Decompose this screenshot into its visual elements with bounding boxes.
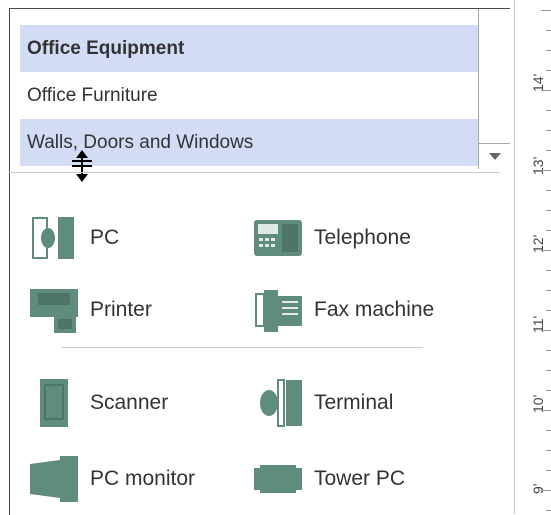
ruler-tick (546, 270, 551, 271)
ruler-edge (514, 0, 515, 514)
shape-terminal[interactable]: Terminal (252, 377, 393, 429)
ruler-tick (546, 130, 551, 131)
ruler-tick (546, 450, 551, 451)
shape-fax-machine[interactable]: Fax machine (252, 284, 434, 336)
tower-pc-icon (252, 455, 304, 503)
shape-label: Tower PC (314, 467, 406, 490)
pc-monitor-icon (28, 455, 80, 503)
shape-label: Printer (90, 298, 152, 321)
fax-machine-icon (252, 286, 304, 334)
ruler-tick (546, 230, 551, 231)
shape-label: PC (90, 226, 120, 249)
pc-icon (28, 214, 80, 262)
ruler-tick (541, 250, 551, 251)
ruler-tick (546, 470, 551, 471)
ruler-tick (546, 390, 551, 391)
ruler-tick (541, 330, 551, 331)
ruler-label: 13' (530, 156, 546, 175)
shape-pc-monitor[interactable]: PC monitor (28, 453, 195, 505)
ruler-tick (546, 70, 551, 71)
ruler-tick (541, 490, 551, 491)
ruler-tick (546, 370, 551, 371)
chevron-down-icon (488, 153, 501, 160)
telephone-icon (252, 214, 304, 262)
ruler-tick (546, 350, 551, 351)
ruler-tick (541, 410, 551, 411)
shape-label: PC monitor (90, 467, 196, 490)
shape-label: Scanner (90, 391, 169, 414)
ruler-tick (546, 310, 551, 311)
scroll-down-button[interactable] (479, 143, 510, 169)
shape-scanner[interactable]: Scanner (28, 377, 168, 429)
shape-printer[interactable]: Printer (28, 284, 152, 336)
printer-icon (28, 286, 80, 334)
ruler-tick (546, 290, 551, 291)
shape-pc[interactable]: PC (28, 212, 119, 264)
shape-label: Telephone (314, 226, 411, 249)
panel-divider (9, 172, 500, 173)
ruler-tick (546, 190, 551, 191)
shape-label: Fax machine (314, 298, 435, 321)
vertical-ruler: 14' 13' 12' 11' 10' 9' (514, 0, 551, 514)
ruler-tick (546, 210, 551, 211)
ruler-tick (546, 150, 551, 151)
ruler-tick (546, 430, 551, 431)
shape-tower-pc[interactable]: Tower PC (252, 453, 405, 505)
scanner-icon (28, 379, 80, 427)
shape-telephone[interactable]: Telephone (252, 212, 411, 264)
terminal-icon (252, 379, 304, 427)
stencil-list-scrollbar[interactable] (478, 9, 510, 169)
ruler-tick (546, 510, 551, 511)
ruler-tick (541, 90, 551, 91)
ruler-tick (541, 170, 551, 171)
shape-group-divider (62, 347, 423, 348)
stencil-item-office-furniture[interactable]: Office Furniture (20, 72, 478, 119)
ruler-tick (546, 30, 551, 31)
shape-label: Terminal (314, 391, 394, 414)
ruler-tick (546, 50, 551, 51)
stencil-item-office-equipment[interactable]: Office Equipment (20, 25, 478, 72)
ruler-tick (546, 110, 551, 111)
resize-cursor-icon (72, 150, 92, 182)
stencil-list[interactable]: Office Equipment Office Furniture Walls,… (20, 25, 478, 166)
ruler-label: 9' (530, 483, 546, 494)
ruler-tick (541, 10, 551, 11)
